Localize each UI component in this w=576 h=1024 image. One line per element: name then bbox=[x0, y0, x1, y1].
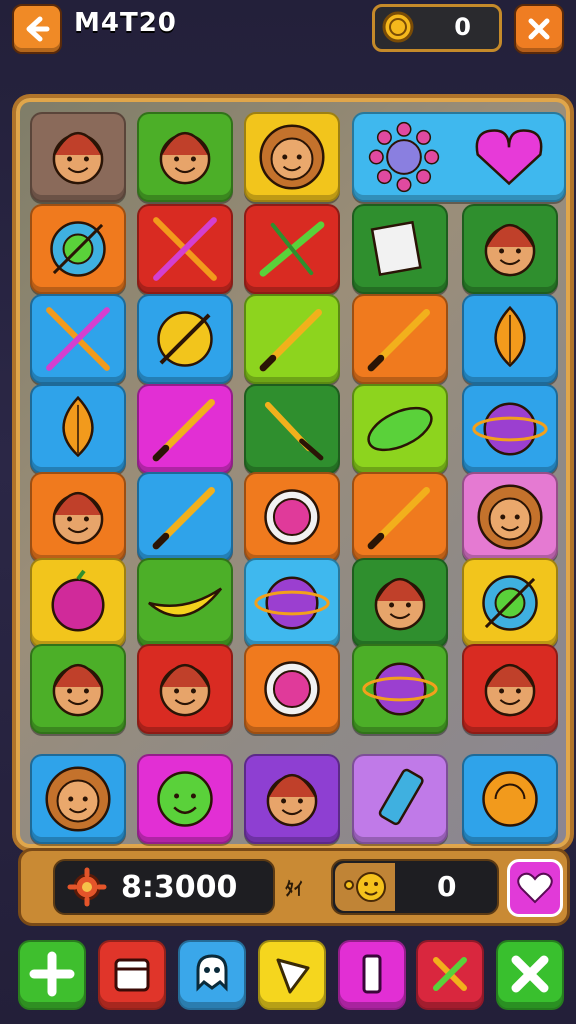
tile-6-0[interactable] bbox=[30, 644, 126, 734]
tile-7-4[interactable] bbox=[462, 754, 558, 844]
tile-2-3[interactable] bbox=[352, 294, 448, 384]
tile-4-4[interactable] bbox=[462, 472, 558, 562]
tile-5-2[interactable] bbox=[244, 558, 340, 648]
play-button[interactable] bbox=[258, 940, 326, 1010]
tile-6-4[interactable] bbox=[462, 644, 558, 734]
game-title: M4T20 bbox=[74, 8, 177, 38]
play-icon bbox=[260, 942, 324, 1010]
tile-6-3[interactable] bbox=[352, 644, 448, 734]
score-value: 8:3000 bbox=[121, 870, 238, 905]
tile-1-3[interactable] bbox=[352, 204, 448, 294]
tile-3-2[interactable] bbox=[244, 384, 340, 474]
tile-5-4[interactable] bbox=[462, 558, 558, 648]
tile-1-4[interactable] bbox=[462, 204, 558, 294]
crossed-tools-icon bbox=[418, 942, 482, 1010]
tile-0-0[interactable] bbox=[30, 112, 126, 202]
calendar-icon bbox=[100, 942, 164, 1010]
tile-3-4[interactable] bbox=[462, 384, 558, 474]
tile-6-1[interactable] bbox=[137, 644, 233, 734]
tile-6-2[interactable] bbox=[244, 644, 340, 734]
tile-0-1[interactable] bbox=[137, 112, 233, 202]
emoji-counter: 0 bbox=[331, 859, 499, 915]
bookmark-button[interactable] bbox=[338, 940, 406, 1010]
coin-value: 0 bbox=[454, 13, 471, 41]
close-icon bbox=[498, 942, 562, 1010]
tile-5-1[interactable] bbox=[137, 558, 233, 648]
add-button[interactable] bbox=[18, 940, 86, 1010]
close-button[interactable] bbox=[514, 4, 564, 54]
tile-4-3[interactable] bbox=[352, 472, 448, 562]
gear-icon bbox=[67, 867, 107, 907]
tools-button[interactable] bbox=[416, 940, 484, 1010]
emoji-face-icon bbox=[335, 863, 395, 911]
tile-7-0[interactable] bbox=[30, 754, 126, 844]
tile-7-3[interactable] bbox=[352, 754, 448, 844]
tile-4-2[interactable] bbox=[244, 472, 340, 562]
tile-3-1[interactable] bbox=[137, 384, 233, 474]
tile-0-3[interactable] bbox=[352, 112, 566, 202]
coin-counter: 0 bbox=[372, 4, 502, 52]
top-bar: M4T20 0 bbox=[0, 0, 576, 56]
tile-5-0[interactable] bbox=[30, 558, 126, 648]
tile-7-1[interactable] bbox=[137, 754, 233, 844]
arrow-left-icon bbox=[26, 16, 50, 42]
tile-2-2[interactable] bbox=[244, 294, 340, 384]
emoji-count-value: 0 bbox=[437, 870, 457, 903]
calendar-button[interactable] bbox=[98, 940, 166, 1010]
tile-4-0[interactable] bbox=[30, 472, 126, 562]
ghost-icon bbox=[180, 942, 244, 1010]
score-box: 8:3000 bbox=[53, 859, 275, 915]
heart-icon bbox=[517, 872, 553, 904]
plus-icon bbox=[20, 942, 84, 1010]
bottom-toolbar bbox=[0, 940, 576, 1012]
close-icon bbox=[528, 18, 550, 40]
tile-0-2[interactable] bbox=[244, 112, 340, 202]
bookmark-icon bbox=[340, 942, 404, 1010]
tile-3-0[interactable] bbox=[30, 384, 126, 474]
tile-1-2[interactable] bbox=[244, 204, 340, 294]
tile-5-3[interactable] bbox=[352, 558, 448, 648]
tile-4-1[interactable] bbox=[137, 472, 233, 562]
tile-1-0[interactable] bbox=[30, 204, 126, 294]
tile-1-1[interactable] bbox=[137, 204, 233, 294]
tile-2-1[interactable] bbox=[137, 294, 233, 384]
ghost-button[interactable] bbox=[178, 940, 246, 1010]
tile-2-0[interactable] bbox=[30, 294, 126, 384]
close-button[interactable] bbox=[496, 940, 564, 1010]
game-board bbox=[12, 94, 574, 852]
status-panel: 8:3000 ﾀｲ 0 bbox=[18, 848, 570, 926]
tile-2-4[interactable] bbox=[462, 294, 558, 384]
favorite-button[interactable] bbox=[507, 859, 563, 917]
tile-7-2[interactable] bbox=[244, 754, 340, 844]
coin-icon bbox=[382, 11, 414, 43]
back-button[interactable] bbox=[12, 4, 62, 54]
mid-label: ﾀｲ bbox=[285, 879, 303, 900]
tile-3-3[interactable] bbox=[352, 384, 448, 474]
